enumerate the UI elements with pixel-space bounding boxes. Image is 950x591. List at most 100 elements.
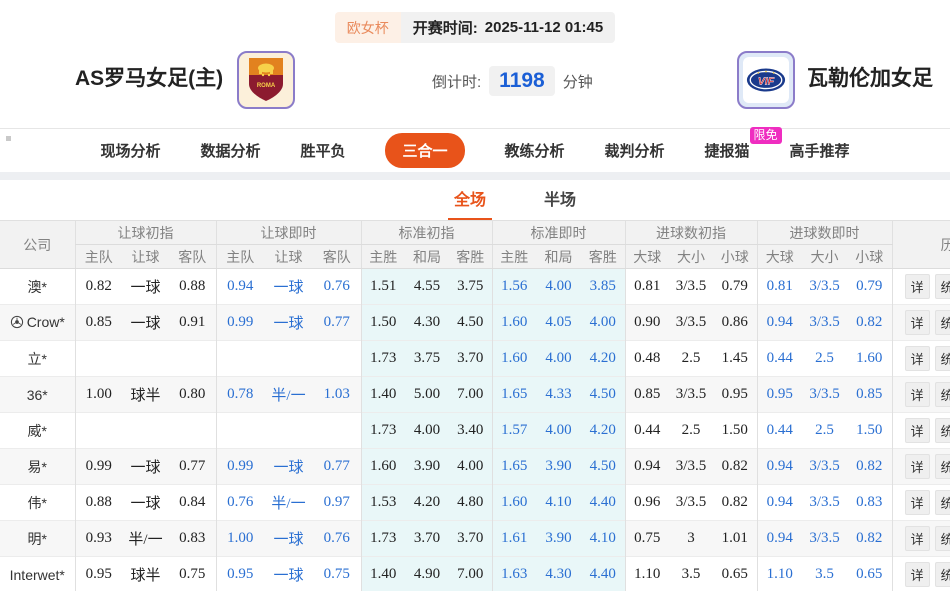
- odds-cell[interactable]: 3.85: [581, 269, 625, 305]
- odds-cell[interactable]: 1.10: [757, 557, 802, 591]
- odds-cell[interactable]: 0.94: [757, 305, 802, 341]
- odds-cell[interactable]: 4.40: [581, 485, 625, 521]
- odds-cell[interactable]: 1.50: [847, 413, 892, 449]
- odds-cell[interactable]: 1.65: [492, 449, 536, 485]
- odds-cell[interactable]: [216, 413, 264, 449]
- odds-cell[interactable]: [216, 341, 264, 377]
- odds-cell[interactable]: 0.44: [757, 413, 802, 449]
- stats-button[interactable]: 统: [935, 526, 950, 551]
- odds-cell[interactable]: 3/3.5: [802, 377, 847, 413]
- tab-three-in-one[interactable]: 三合一: [385, 133, 464, 168]
- odds-cell[interactable]: 3/3.5: [802, 521, 847, 557]
- odds-cell[interactable]: 0.79: [847, 269, 892, 305]
- odds-cell[interactable]: 0.94: [757, 485, 802, 521]
- odds-cell[interactable]: 0.82: [847, 449, 892, 485]
- odds-cell[interactable]: 0.83: [847, 485, 892, 521]
- odds-cell[interactable]: 0.76: [313, 521, 361, 557]
- odds-cell[interactable]: 1.61: [492, 521, 536, 557]
- detail-button[interactable]: 详: [905, 310, 930, 335]
- odds-cell[interactable]: 1.60: [847, 341, 892, 377]
- odds-cell[interactable]: [313, 341, 361, 377]
- stats-button[interactable]: 统: [935, 490, 950, 515]
- odds-cell[interactable]: 1.60: [492, 485, 536, 521]
- odds-cell[interactable]: 0.77: [313, 305, 361, 341]
- odds-cell[interactable]: 4.00: [536, 413, 581, 449]
- odds-cell[interactable]: 半/一: [264, 377, 313, 413]
- odds-cell[interactable]: 3/3.5: [802, 305, 847, 341]
- stats-button[interactable]: 统: [935, 418, 950, 443]
- detail-button[interactable]: 详: [905, 490, 930, 515]
- odds-cell[interactable]: 0.85: [847, 377, 892, 413]
- odds-cell[interactable]: 3/3.5: [802, 449, 847, 485]
- tab-coach-analysis[interactable]: 教练分析: [505, 140, 565, 161]
- odds-cell[interactable]: 0.94: [757, 521, 802, 557]
- odds-cell[interactable]: 4.20: [581, 413, 625, 449]
- stats-button[interactable]: 统: [935, 562, 950, 587]
- odds-cell[interactable]: 0.99: [216, 449, 264, 485]
- odds-cell[interactable]: 1.60: [492, 341, 536, 377]
- odds-cell[interactable]: 4.05: [536, 305, 581, 341]
- subtab-full-match[interactable]: 全场: [448, 179, 492, 221]
- stats-button[interactable]: 统: [935, 382, 950, 407]
- odds-cell[interactable]: 4.30: [536, 557, 581, 591]
- odds-cell[interactable]: 4.00: [581, 305, 625, 341]
- odds-cell[interactable]: 0.78: [216, 377, 264, 413]
- odds-cell[interactable]: 3/3.5: [802, 269, 847, 305]
- detail-button[interactable]: 详: [905, 382, 930, 407]
- odds-cell[interactable]: 0.99: [216, 305, 264, 341]
- detail-button[interactable]: 详: [905, 274, 930, 299]
- odds-cell[interactable]: 3.90: [536, 449, 581, 485]
- tab-data-analysis[interactable]: 数据分析: [200, 140, 260, 161]
- odds-cell[interactable]: 半/一: [264, 485, 313, 521]
- odds-cell[interactable]: 4.10: [581, 521, 625, 557]
- odds-cell[interactable]: 0.77: [313, 449, 361, 485]
- odds-cell[interactable]: 0.94: [216, 269, 264, 305]
- odds-cell[interactable]: 1.03: [313, 377, 361, 413]
- odds-cell[interactable]: 0.82: [847, 521, 892, 557]
- detail-button[interactable]: 详: [905, 562, 930, 587]
- tab-win-draw-lose[interactable]: 胜平负: [300, 140, 345, 161]
- odds-cell[interactable]: 一球: [264, 557, 313, 591]
- detail-button[interactable]: 详: [905, 418, 930, 443]
- tab-referee-analysis[interactable]: 裁判分析: [605, 140, 665, 161]
- odds-cell[interactable]: [264, 341, 313, 377]
- odds-cell[interactable]: 0.76: [313, 269, 361, 305]
- subtab-half-match[interactable]: 半场: [538, 179, 582, 221]
- odds-cell[interactable]: [313, 413, 361, 449]
- tab-jiebao-cat[interactable]: 捷报猫 限免: [705, 140, 750, 161]
- odds-cell[interactable]: 4.50: [581, 377, 625, 413]
- odds-cell[interactable]: 0.95: [757, 377, 802, 413]
- odds-cell[interactable]: 一球: [264, 269, 313, 305]
- odds-cell[interactable]: 0.94: [757, 449, 802, 485]
- odds-cell[interactable]: 2.5: [802, 413, 847, 449]
- odds-cell[interactable]: 3.90: [536, 521, 581, 557]
- odds-cell[interactable]: 4.00: [536, 341, 581, 377]
- odds-cell[interactable]: 4.20: [581, 341, 625, 377]
- odds-cell[interactable]: 4.10: [536, 485, 581, 521]
- odds-cell[interactable]: 2.5: [802, 341, 847, 377]
- odds-cell[interactable]: 0.75: [313, 557, 361, 591]
- odds-cell[interactable]: 4.00: [536, 269, 581, 305]
- odds-cell[interactable]: 1.00: [216, 521, 264, 557]
- odds-cell[interactable]: 0.44: [757, 341, 802, 377]
- odds-cell[interactable]: 0.95: [216, 557, 264, 591]
- odds-cell[interactable]: 3.5: [802, 557, 847, 591]
- odds-cell[interactable]: 0.76: [216, 485, 264, 521]
- odds-cell[interactable]: [264, 413, 313, 449]
- odds-cell[interactable]: 一球: [264, 449, 313, 485]
- detail-button[interactable]: 详: [905, 526, 930, 551]
- detail-button[interactable]: 详: [905, 454, 930, 479]
- odds-cell[interactable]: 4.33: [536, 377, 581, 413]
- odds-cell[interactable]: 0.97: [313, 485, 361, 521]
- odds-cell[interactable]: 4.40: [581, 557, 625, 591]
- tab-live-analysis[interactable]: 现场分析: [100, 140, 160, 161]
- odds-cell[interactable]: 1.56: [492, 269, 536, 305]
- odds-cell[interactable]: 1.60: [492, 305, 536, 341]
- odds-cell[interactable]: 1.65: [492, 377, 536, 413]
- odds-cell[interactable]: 1.57: [492, 413, 536, 449]
- odds-cell[interactable]: 一球: [264, 305, 313, 341]
- stats-button[interactable]: 统: [935, 310, 950, 335]
- odds-cell[interactable]: 0.81: [757, 269, 802, 305]
- odds-cell[interactable]: 4.50: [581, 449, 625, 485]
- odds-cell[interactable]: 0.82: [847, 305, 892, 341]
